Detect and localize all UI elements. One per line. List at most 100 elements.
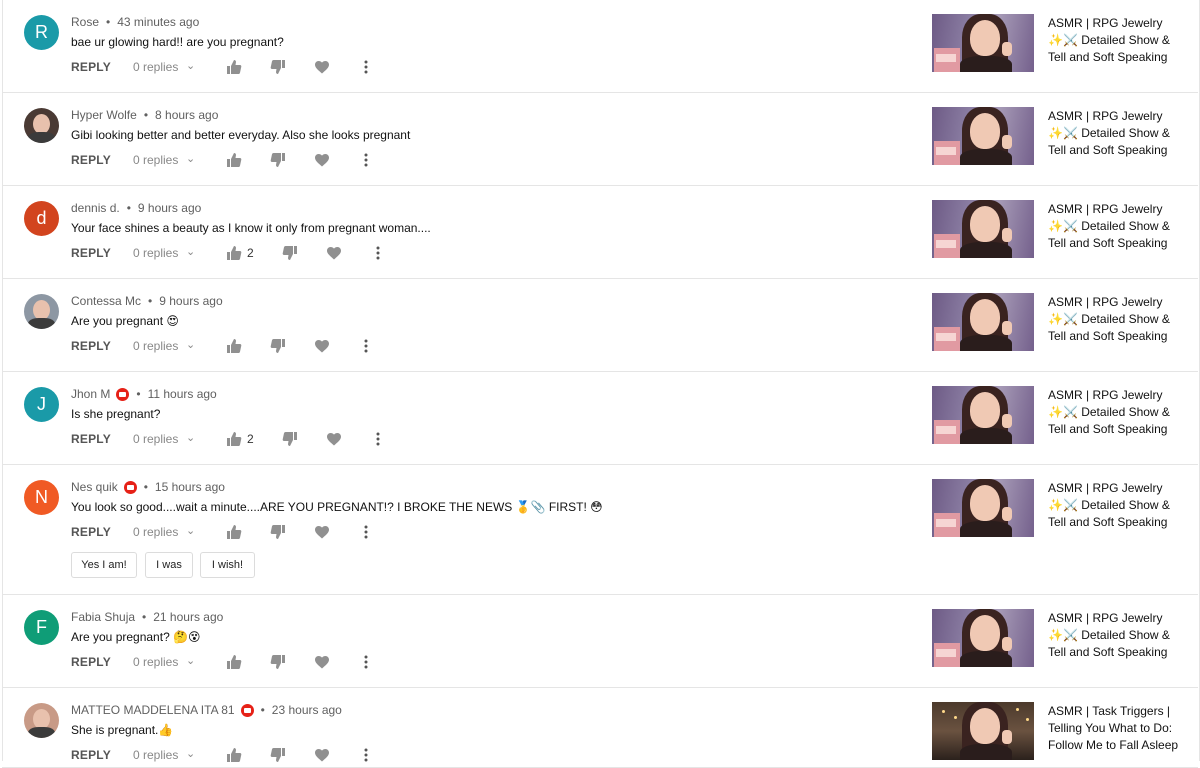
- chevron-down-icon[interactable]: ⌄: [186, 654, 195, 667]
- avatar[interactable]: F: [24, 610, 59, 645]
- author-name[interactable]: Fabia Shuja: [71, 610, 135, 624]
- video-thumbnail[interactable]: [932, 609, 1034, 667]
- replies-count[interactable]: 0 replies: [133, 60, 178, 74]
- chevron-down-icon[interactable]: ⌄: [186, 431, 195, 444]
- comment-time[interactable]: 9 hours ago: [159, 294, 222, 308]
- comment-text: bae ur glowing hard!! are you pregnant?: [71, 35, 284, 49]
- avatar[interactable]: N: [24, 480, 59, 515]
- video-title[interactable]: ASMR | RPG Jewelry ✨⚔️ Detailed Show & T…: [1048, 610, 1188, 661]
- video-thumbnail[interactable]: [932, 107, 1034, 165]
- like-icon[interactable]: [226, 245, 242, 261]
- reply-button[interactable]: REPLY: [71, 153, 111, 167]
- replies-count[interactable]: 0 replies: [133, 246, 178, 260]
- replies-count[interactable]: 0 replies: [133, 525, 178, 539]
- heart-icon[interactable]: [314, 338, 330, 354]
- member-badge-icon: [116, 387, 130, 401]
- avatar[interactable]: d: [24, 201, 59, 236]
- dislike-icon[interactable]: [270, 524, 286, 540]
- video-thumbnail[interactable]: [932, 479, 1034, 537]
- chevron-down-icon[interactable]: ⌄: [186, 524, 195, 537]
- avatar[interactable]: [24, 108, 59, 143]
- like-icon[interactable]: [226, 152, 242, 168]
- dislike-icon[interactable]: [282, 431, 298, 447]
- reply-button[interactable]: REPLY: [71, 432, 111, 446]
- comment-time[interactable]: 9 hours ago: [138, 201, 201, 215]
- more-options-icon[interactable]: [370, 245, 386, 261]
- chevron-down-icon[interactable]: ⌄: [186, 152, 195, 165]
- video-title[interactable]: ASMR | RPG Jewelry ✨⚔️ Detailed Show & T…: [1048, 15, 1188, 66]
- replies-count[interactable]: 0 replies: [133, 339, 178, 353]
- comment-time[interactable]: 15 hours ago: [155, 480, 225, 494]
- reply-button[interactable]: REPLY: [71, 246, 111, 260]
- comment-time[interactable]: 43 minutes ago: [117, 15, 199, 29]
- reply-button[interactable]: REPLY: [71, 339, 111, 353]
- more-options-icon[interactable]: [370, 431, 386, 447]
- replies-count[interactable]: 0 replies: [133, 432, 178, 446]
- suggested-reply-chip[interactable]: I wish!: [200, 552, 255, 578]
- comment-time[interactable]: 8 hours ago: [155, 108, 218, 122]
- replies-count[interactable]: 0 replies: [133, 655, 178, 669]
- more-options-icon[interactable]: [358, 338, 374, 354]
- more-options-icon[interactable]: [358, 59, 374, 75]
- reply-button[interactable]: REPLY: [71, 655, 111, 669]
- heart-icon[interactable]: [314, 524, 330, 540]
- avatar[interactable]: [24, 294, 59, 329]
- reply-button[interactable]: REPLY: [71, 748, 111, 762]
- video-thumbnail[interactable]: [932, 702, 1034, 760]
- heart-icon[interactable]: [314, 654, 330, 670]
- comment-time[interactable]: 23 hours ago: [272, 703, 342, 717]
- author-name[interactable]: Hyper Wolfe: [71, 108, 137, 122]
- separator: •: [260, 703, 265, 717]
- video-title[interactable]: ASMR | RPG Jewelry ✨⚔️ Detailed Show & T…: [1048, 201, 1188, 252]
- video-thumbnail[interactable]: [932, 386, 1034, 444]
- heart-icon[interactable]: [314, 59, 330, 75]
- reply-button[interactable]: REPLY: [71, 525, 111, 539]
- dislike-icon[interactable]: [270, 654, 286, 670]
- like-icon[interactable]: [226, 59, 242, 75]
- like-icon[interactable]: [226, 431, 242, 447]
- replies-count[interactable]: 0 replies: [133, 748, 178, 762]
- like-icon[interactable]: [226, 654, 242, 670]
- avatar-letter: R: [35, 22, 48, 42]
- comment-time[interactable]: 21 hours ago: [153, 610, 223, 624]
- reply-button[interactable]: REPLY: [71, 60, 111, 74]
- video-title[interactable]: ASMR | RPG Jewelry ✨⚔️ Detailed Show & T…: [1048, 108, 1188, 159]
- like-icon[interactable]: [226, 524, 242, 540]
- avatar[interactable]: R: [24, 15, 59, 50]
- video-title[interactable]: ASMR | RPG Jewelry ✨⚔️ Detailed Show & T…: [1048, 387, 1188, 438]
- author-name[interactable]: dennis d.: [71, 201, 120, 215]
- video-thumbnail[interactable]: [932, 14, 1034, 72]
- suggested-reply-chip[interactable]: I was: [145, 552, 193, 578]
- dislike-icon[interactable]: [270, 152, 286, 168]
- author-name[interactable]: Jhon M: [71, 387, 110, 401]
- more-options-icon[interactable]: [358, 654, 374, 670]
- chevron-down-icon[interactable]: ⌄: [186, 245, 195, 258]
- replies-count[interactable]: 0 replies: [133, 153, 178, 167]
- video-title[interactable]: ASMR | Task Triggers | Telling You What …: [1048, 703, 1188, 754]
- video-thumbnail[interactable]: [932, 293, 1034, 351]
- like-icon[interactable]: [226, 338, 242, 354]
- author-name[interactable]: Contessa Mc: [71, 294, 141, 308]
- suggested-reply-chip[interactable]: Yes I am!: [71, 552, 137, 578]
- chevron-down-icon[interactable]: ⌄: [186, 747, 195, 760]
- heart-icon[interactable]: [326, 245, 342, 261]
- more-options-icon[interactable]: [358, 152, 374, 168]
- comment-time[interactable]: 11 hours ago: [148, 387, 217, 401]
- dislike-icon[interactable]: [270, 338, 286, 354]
- author-name[interactable]: MATTEO MADDELENA ITA 81: [71, 703, 235, 717]
- heart-icon[interactable]: [326, 431, 342, 447]
- heart-icon[interactable]: [314, 152, 330, 168]
- dislike-icon[interactable]: [282, 245, 298, 261]
- more-options-icon[interactable]: [358, 524, 374, 540]
- video-title[interactable]: ASMR | RPG Jewelry ✨⚔️ Detailed Show & T…: [1048, 294, 1188, 345]
- dislike-icon[interactable]: [270, 59, 286, 75]
- avatar[interactable]: [24, 703, 59, 738]
- avatar[interactable]: J: [24, 387, 59, 422]
- author-name[interactable]: Rose: [71, 15, 99, 29]
- video-thumbnail[interactable]: [932, 200, 1034, 258]
- author-name[interactable]: Nes quik: [71, 480, 118, 494]
- chevron-down-icon[interactable]: ⌄: [186, 338, 195, 351]
- chevron-down-icon[interactable]: ⌄: [186, 59, 195, 72]
- video-title[interactable]: ASMR | RPG Jewelry ✨⚔️ Detailed Show & T…: [1048, 480, 1188, 531]
- avatar-letter: N: [35, 487, 48, 507]
